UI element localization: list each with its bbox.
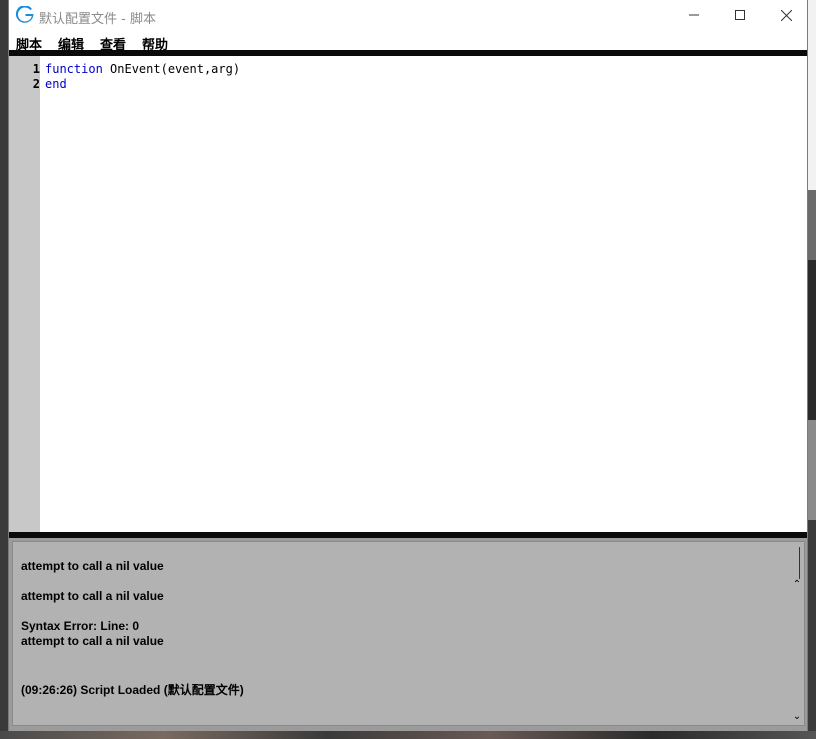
logitech-g-icon [15,5,34,24]
output-panel: attempt to call a nil value attempt to c… [9,538,807,731]
minimize-button[interactable] [671,0,717,30]
desktop-background-bottom [0,731,816,739]
output-message: attempt to call a nil value [21,559,164,573]
output-log[interactable]: attempt to call a nil value attempt to c… [12,541,805,726]
close-icon [780,9,792,21]
scrollbar-thumb[interactable] [799,547,800,579]
output-scrollbar[interactable]: ⌃ ⌄ [791,545,803,723]
code-text: OnEvent(event,arg) [102,62,241,76]
title-bar[interactable]: 默认配置文件 - 脚本 [9,0,807,32]
scroll-down-icon[interactable]: ⌄ [791,711,803,723]
line-number: 2 [32,77,40,91]
code-line: end [45,77,67,91]
output-message: Syntax Error: Line: 0 [21,619,140,633]
code-line: function OnEvent(event,arg) [45,62,240,76]
line-number-gutter: 1 2 [9,56,40,532]
code-editor[interactable]: function OnEvent(event,arg) end [40,56,807,532]
code-keyword: function [45,62,103,76]
output-message: attempt to call a nil value [21,589,164,603]
output-message: (09:26:26) Script Loaded (默认配置文件) [21,683,244,697]
menu-bar: 脚本 编辑 查看 帮助 [9,32,807,53]
code-keyword: end [45,77,67,91]
line-number: 1 [32,62,40,76]
maximize-button[interactable] [717,0,763,30]
script-editor-window: 默认配置文件 - 脚本 脚本 编辑 查看 帮助 1 2 function OnE… [8,0,808,731]
window-title: 默认配置文件 - 脚本 [39,12,156,27]
scroll-up-icon[interactable]: ⌃ [791,579,803,591]
close-button[interactable] [763,0,809,30]
minimize-icon [689,14,699,16]
desktop-background-right [808,0,816,739]
output-message: attempt to call a nil value [21,634,164,648]
editor-frame: 1 2 function OnEvent(event,arg) end [9,50,807,538]
maximize-icon [735,10,745,20]
